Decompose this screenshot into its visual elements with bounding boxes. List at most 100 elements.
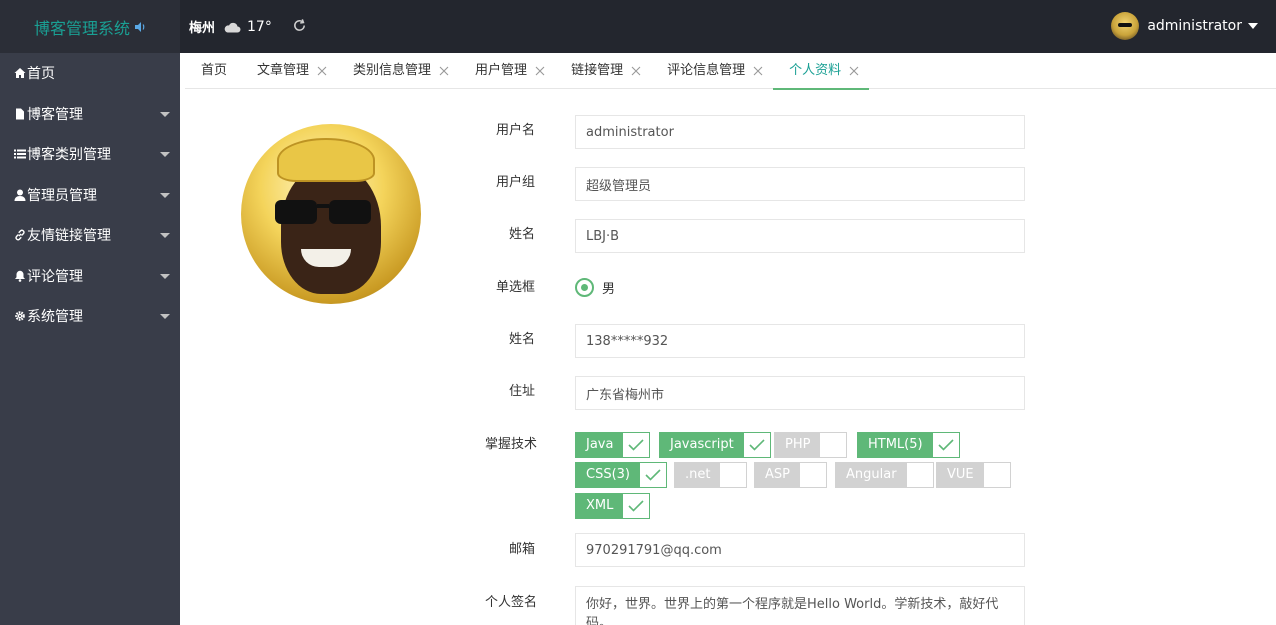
user-group-field[interactable]: 超级管理员 <box>575 167 1025 201</box>
link-icon <box>15 229 25 241</box>
gender-radio[interactable]: 男 <box>575 278 615 297</box>
check-icon <box>749 439 765 451</box>
checkbox-label: Angular <box>836 463 907 487</box>
tab-categories[interactable]: 类别信息管理 <box>337 53 459 89</box>
close-icon[interactable] <box>535 66 545 76</box>
checkbox-label: CSS(3) <box>576 463 640 487</box>
tab-links[interactable]: 链接管理 <box>555 53 651 89</box>
radio-option-label: 男 <box>602 282 616 297</box>
phone-field[interactable]: 138*****932 <box>575 324 1025 358</box>
sidebar-item-label: 评论管理 <box>27 268 83 285</box>
form-row-phone: 姓名 138*****932 <box>485 324 1025 358</box>
checkbox-html5[interactable]: HTML(5) <box>857 432 960 458</box>
radio-checked-icon[interactable] <box>575 278 594 297</box>
close-icon[interactable] <box>753 66 763 76</box>
checkbox-php[interactable]: PHP <box>774 432 848 458</box>
signature-textarea[interactable]: 你好，世界。世界上的第一个程序就是Hello World。学新技术，敲好代码。 <box>575 586 1025 625</box>
username-field[interactable]: administrator <box>575 115 1025 149</box>
sidebar-item-label: 博客类别管理 <box>27 147 111 164</box>
sidebar-item-label: 管理员管理 <box>27 187 97 204</box>
checkbox-label: ASP <box>755 463 800 487</box>
check-icon <box>628 439 645 451</box>
tab-users[interactable]: 用户管理 <box>459 53 555 89</box>
form-row-username: 用户名 administrator <box>485 115 1025 149</box>
tab-label: 链接管理 <box>571 63 624 78</box>
checkbox-label: Java <box>576 433 624 457</box>
photo-face <box>281 164 381 294</box>
checkbox-angular[interactable]: Angular <box>835 462 934 488</box>
form-label: 用户名 <box>495 123 535 138</box>
sidebar: 首页 博客管理 博客类别管理 管理员管理 友情链接管理 评论管理 系统管理 <box>0 53 180 625</box>
tab-comments[interactable]: 评论信息管理 <box>651 53 773 89</box>
weather-city: 梅州 <box>189 21 216 36</box>
close-icon[interactable] <box>849 66 859 76</box>
tab-bar: 首页 文章管理 类别信息管理 用户管理 链接管理 评论信息管理 个人资料 <box>185 53 1276 90</box>
sidebar-item-label: 系统管理 <box>27 309 83 326</box>
check-icon <box>938 439 954 451</box>
logo-area[interactable]: 博客管理系统 <box>0 0 180 53</box>
checkbox-java[interactable]: Java <box>575 432 651 458</box>
checkbox-javascript[interactable]: Javascript <box>659 432 771 458</box>
speaker-icon[interactable] <box>134 21 146 33</box>
check-icon <box>628 500 644 512</box>
realname-field[interactable]: LBJ·B <box>575 219 1025 253</box>
chevron-down-icon[interactable] <box>160 233 170 238</box>
form-label: 姓名 <box>508 332 535 347</box>
chevron-down-icon[interactable] <box>1248 23 1258 29</box>
close-icon[interactable] <box>317 66 327 76</box>
tab-profile[interactable]: 个人资料 <box>773 53 870 90</box>
form-label: 姓名 <box>508 227 535 242</box>
checkbox-dotnet[interactable]: .net <box>674 462 748 488</box>
sidebar-item-system[interactable]: 系统管理 <box>0 296 180 337</box>
form-label: 单选框 <box>495 280 535 295</box>
user-name[interactable]: administrator <box>1147 18 1242 34</box>
checkbox-vue[interactable]: VUE <box>936 462 1011 488</box>
checkbox-label: XML <box>576 494 624 518</box>
refresh-icon[interactable] <box>292 18 307 33</box>
home-icon <box>14 68 26 79</box>
checkbox-css3[interactable]: CSS(3) <box>575 462 667 488</box>
form-label: 个人签名 <box>485 595 538 610</box>
checkbox-label: .net <box>675 463 721 487</box>
checkbox-xml[interactable]: XML <box>575 493 651 519</box>
checkbox-label: PHP <box>775 433 821 457</box>
file-icon <box>16 108 24 120</box>
check-icon <box>645 469 661 481</box>
email-field[interactable]: 970291791@qq.com <box>575 533 1025 567</box>
weather-widget: 梅州 17° <box>189 17 272 37</box>
chevron-down-icon[interactable] <box>160 152 170 157</box>
tab-home[interactable]: 首页 <box>185 53 241 89</box>
form-label: 掌握技术 <box>485 437 538 452</box>
checkbox-label: HTML(5) <box>858 433 933 457</box>
tab-articles[interactable]: 文章管理 <box>241 53 337 89</box>
sidebar-item-blog[interactable]: 博客管理 <box>0 94 180 135</box>
form-row-signature: 个人签名 你好，世界。世界上的第一个程序就是Hello World。学新技术，敲… <box>485 586 1025 625</box>
sidebar-item-label: 友情链接管理 <box>27 228 111 245</box>
sidebar-item-links[interactable]: 友情链接管理 <box>0 215 180 256</box>
chevron-down-icon[interactable] <box>160 273 170 279</box>
weather-temperature: 17° <box>247 18 272 35</box>
list-icon <box>14 149 26 159</box>
chevron-down-icon[interactable] <box>160 111 170 117</box>
avatar[interactable] <box>1111 12 1140 40</box>
chevron-down-icon[interactable] <box>160 192 170 198</box>
address-field[interactable]: 广东省梅州市 <box>575 376 1025 410</box>
form-row-email: 邮箱 970291791@qq.com <box>485 533 1025 567</box>
tab-label: 用户管理 <box>475 63 528 78</box>
sidebar-item-label: 博客管理 <box>27 106 83 123</box>
cloud-icon <box>224 22 241 32</box>
sidebar-item-admin[interactable]: 管理员管理 <box>0 175 180 216</box>
user-menu[interactable]: administrator <box>1111 12 1258 40</box>
sidebar-item-category[interactable]: 博客类别管理 <box>0 134 180 175</box>
form-label: 用户组 <box>495 175 535 190</box>
profile-panel: 用户名 administrator 用户组 超级管理员 姓名 LBJ·B 单选框… <box>185 89 1276 625</box>
checkbox-label: Javascript <box>660 433 744 457</box>
close-icon[interactable] <box>439 66 449 76</box>
sidebar-item-comments[interactable]: 评论管理 <box>0 256 180 297</box>
profile-photo[interactable] <box>241 124 421 304</box>
sidebar-item-home[interactable]: 首页 <box>0 53 180 94</box>
close-icon[interactable] <box>631 66 641 76</box>
chevron-down-icon[interactable] <box>160 314 170 319</box>
checkbox-asp[interactable]: ASP <box>754 462 827 488</box>
tab-label: 类别信息管理 <box>353 63 432 78</box>
